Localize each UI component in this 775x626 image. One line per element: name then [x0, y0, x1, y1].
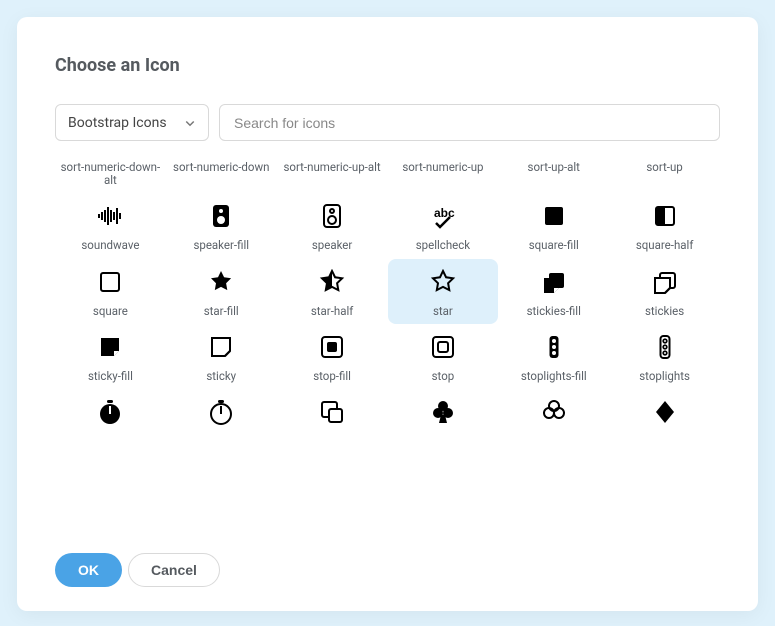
stop-icon [430, 334, 456, 360]
icon-option-label: sort-numeric-up-alt [283, 161, 380, 174]
icon-option-sort-up[interactable]: sort-up [609, 155, 720, 193]
icon-option-label: square [93, 305, 128, 318]
star-half-icon [319, 269, 345, 295]
icon-picker-dialog: Choose an Icon Bootstrap Icons sort-nume… [17, 17, 758, 611]
icon-option-label: stop [432, 370, 455, 383]
icon-option-suit-club[interactable]: suit-club [498, 389, 609, 429]
icon-option-stop-fill[interactable]: stop-fill [277, 324, 388, 389]
icon-option-label: stop-fill [313, 370, 351, 383]
ok-button[interactable]: OK [55, 553, 122, 587]
icon-option-subtract[interactable]: subtract [277, 389, 388, 429]
icon-option-label: sticky-fill [88, 370, 133, 383]
icon-option-label: star [433, 305, 453, 318]
icon-option-sticky[interactable]: sticky [166, 324, 277, 389]
stopwatch-fill-icon [97, 399, 123, 425]
icon-option-stopwatch[interactable]: stopwatch [166, 389, 277, 429]
icon-option-square[interactable]: square [55, 259, 166, 324]
icon-option-label: stoplights-fill [521, 370, 587, 383]
icon-option-square-half[interactable]: square-half [609, 193, 720, 258]
icon-option-soundwave[interactable]: soundwave [55, 193, 166, 258]
square-half-icon [652, 203, 678, 229]
icon-option-suit-club-fill[interactable]: suit-club-fill [388, 389, 499, 429]
icon-option-label: speaker-fill [193, 239, 249, 252]
square-fill-icon [541, 203, 567, 229]
subtract-icon [319, 399, 345, 425]
soundwave-icon [97, 203, 123, 229]
icon-option-stop[interactable]: stop [388, 324, 499, 389]
suit-diamond-fill-icon [652, 399, 678, 425]
icon-option-star-fill[interactable]: star-fill [166, 259, 277, 324]
suit-club-fill-icon [430, 399, 456, 425]
icon-set-select[interactable]: Bootstrap Icons [55, 104, 209, 141]
icon-option-stopwatch-fill[interactable]: stopwatch-fill [55, 389, 166, 429]
icon-option-label: sticky [206, 370, 236, 383]
star-icon [430, 269, 456, 295]
stickies-fill-icon [541, 269, 567, 295]
icon-option-speaker-fill[interactable]: speaker-fill [166, 193, 277, 258]
icon-option-label: sort-up-alt [528, 161, 580, 174]
icon-option-label: soundwave [81, 239, 139, 252]
icon-option-label: sort-numeric-down [173, 161, 269, 174]
sticky-fill-icon [97, 334, 123, 360]
stop-fill-icon [319, 334, 345, 360]
icon-option-sort-numeric-up[interactable]: sort-numeric-up [388, 155, 499, 193]
spellcheck-icon [430, 203, 456, 229]
icon-option-square-fill[interactable]: square-fill [498, 193, 609, 258]
stickies-icon [652, 269, 678, 295]
dialog-footer: OK Cancel [55, 553, 720, 587]
icon-set-select-value: Bootstrap Icons [68, 115, 167, 131]
sticky-icon [208, 334, 234, 360]
icon-option-spellcheck[interactable]: spellcheck [388, 193, 499, 258]
suit-club-icon [541, 399, 567, 425]
square-icon [97, 269, 123, 295]
icon-option-sort-up-alt[interactable]: sort-up-alt [498, 155, 609, 193]
icon-option-label: sort-numeric-down-alt [57, 161, 164, 187]
dialog-title: Choose an Icon [55, 55, 720, 76]
search-input[interactable] [219, 104, 720, 141]
icon-option-label: star-fill [204, 305, 239, 318]
icon-option-suit-diamond-fill[interactable]: suit-diamond-fill [609, 389, 720, 429]
icon-option-sticky-fill[interactable]: sticky-fill [55, 324, 166, 389]
icon-option-sort-numeric-up-alt[interactable]: sort-numeric-up-alt [277, 155, 388, 193]
icon-option-label: stickies-fill [527, 305, 581, 318]
icon-option-stickies[interactable]: stickies [609, 259, 720, 324]
icon-option-label: stoplights [639, 370, 690, 383]
stopwatch-icon [208, 399, 234, 425]
controls-row: Bootstrap Icons [55, 104, 720, 141]
speaker-fill-icon [208, 203, 234, 229]
icon-option-stickies-fill[interactable]: stickies-fill [498, 259, 609, 324]
icon-option-label: speaker [312, 239, 352, 252]
speaker-icon [319, 203, 345, 229]
icon-option-label: square-half [636, 239, 694, 252]
stoplights-fill-icon [541, 334, 567, 360]
icon-option-label: stickies [645, 305, 684, 318]
icon-option-label: star-half [311, 305, 353, 318]
icon-option-label: square-fill [529, 239, 579, 252]
cancel-button[interactable]: Cancel [128, 553, 220, 587]
icon-option-label: sort-numeric-up [402, 161, 483, 174]
icon-option-label: sort-up [646, 161, 682, 174]
icon-option-sort-numeric-down-alt[interactable]: sort-numeric-down-alt [55, 155, 166, 193]
icon-option-stoplights-fill[interactable]: stoplights-fill [498, 324, 609, 389]
star-fill-icon [208, 269, 234, 295]
icon-grid-scroll-area[interactable]: sort-numeric-down-alt sort-numeric-down so… [55, 155, 720, 535]
icon-option-stoplights[interactable]: stoplights [609, 324, 720, 389]
icon-option-star-half[interactable]: star-half [277, 259, 388, 324]
icon-option-star[interactable]: star [388, 259, 499, 324]
chevron-down-icon [184, 117, 196, 129]
stoplights-icon [652, 334, 678, 360]
icon-option-sort-numeric-down[interactable]: sort-numeric-down [166, 155, 277, 193]
icon-option-label: spellcheck [416, 239, 470, 252]
icon-option-speaker[interactable]: speaker [277, 193, 388, 258]
